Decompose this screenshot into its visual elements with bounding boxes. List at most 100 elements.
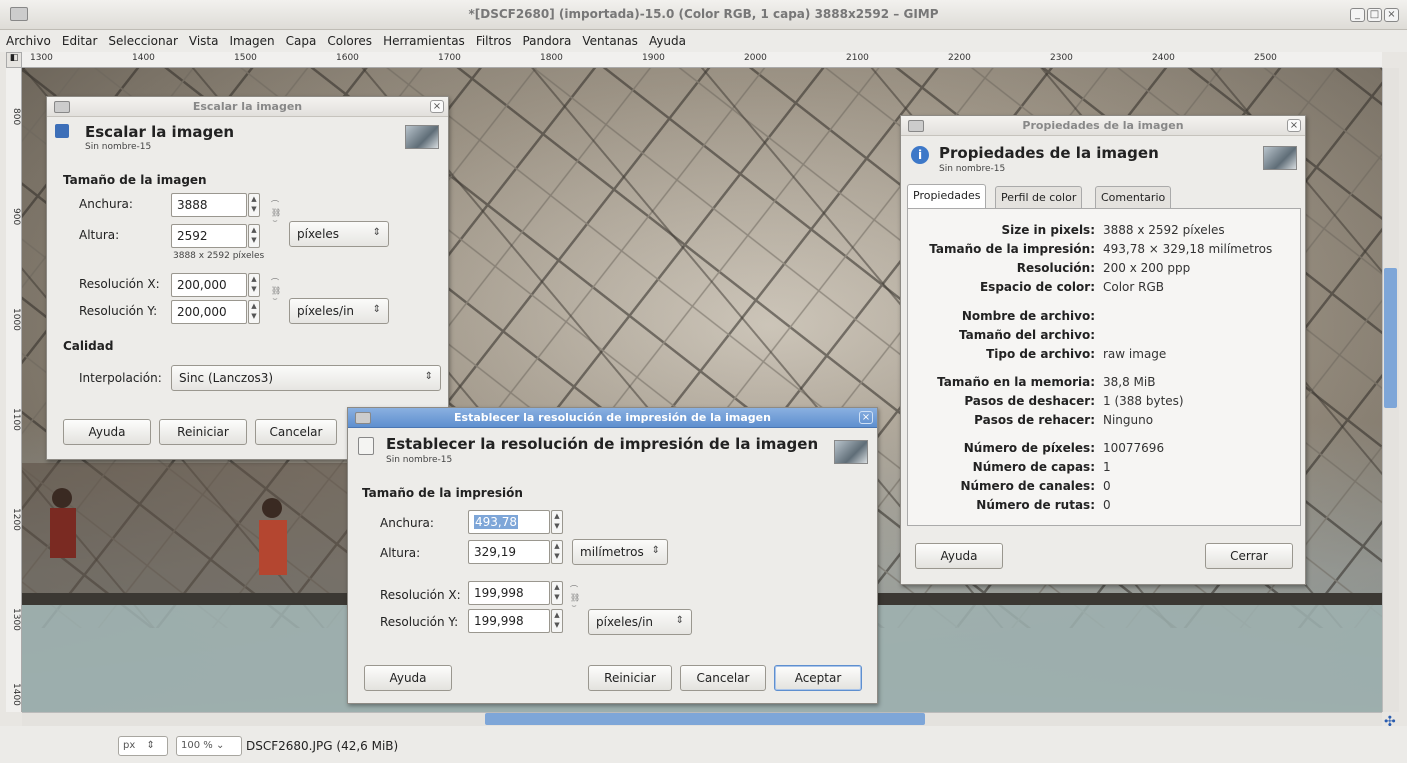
ruler-tick: 1400 — [132, 53, 155, 63]
print-dialog-header: Establecer la resolución de impresión de… — [386, 435, 819, 453]
res-y-spinner[interactable]: ▲ ▼ — [248, 300, 260, 324]
print-res-unit-value: píxeles/in — [596, 615, 654, 629]
res-x-label: Resolución X: — [79, 277, 160, 291]
status-file-info: DSCF2680.JPG (42,6 MiB) — [246, 739, 399, 753]
ruler-tick: 900 — [11, 208, 21, 226]
cancel-button[interactable]: Cancelar — [255, 419, 337, 445]
window-titlebar[interactable]: *[DSCF2680] (importada)-15.0 (Color RGB,… — [0, 0, 1407, 30]
help-button[interactable]: Ayuda — [364, 665, 452, 691]
print-res-y-input[interactable]: 199,998 — [468, 609, 550, 633]
size-note: 3888 x 2592 píxeles — [173, 251, 265, 261]
vertical-scroll-thumb[interactable] — [1384, 268, 1397, 408]
menu-ayuda[interactable]: Ayuda — [643, 30, 691, 48]
print-size-unit-select[interactable]: milímetros ⇕ — [572, 539, 668, 565]
res-x-spinner[interactable]: ▲ ▼ — [248, 273, 260, 297]
menu-vista[interactable]: Vista — [183, 30, 224, 48]
print-height-input[interactable]: 329,19 — [468, 540, 550, 564]
menu-editar[interactable]: Editar — [56, 30, 103, 48]
res-x-label: Resolución X: — [380, 588, 461, 602]
chevron-updown-icon: ⇕ — [372, 227, 381, 238]
chain-link-icon[interactable]: ⌒ ⛓ ⌣ — [271, 201, 281, 225]
unit-select[interactable]: px ⇕ — [118, 736, 168, 756]
close-icon[interactable]: × — [859, 411, 873, 424]
prop-row: Pasos de deshacer: 1 (388 bytes) — [964, 394, 1184, 408]
menu-pandora[interactable]: Pandora — [516, 30, 576, 48]
interpolation-select[interactable]: Sinc (Lanczos3) ⇕ — [171, 365, 441, 391]
close-icon[interactable]: × — [1287, 119, 1301, 132]
menu-ventanas[interactable]: Ventanas — [576, 30, 643, 48]
print-size-unit-value: milímetros — [580, 545, 644, 559]
print-width-spinner[interactable]: ▲ ▼ — [551, 510, 563, 534]
close-icon[interactable]: × — [430, 100, 444, 113]
prop-row: Resolución: 200 x 200 ppp — [1016, 261, 1191, 275]
ruler-tick: 2400 — [1152, 53, 1175, 63]
accept-button[interactable]: Aceptar — [774, 665, 862, 691]
close-button[interactable]: Cerrar — [1205, 543, 1293, 569]
tab-properties[interactable]: Propiedades — [907, 184, 987, 208]
horizontal-ruler[interactable]: 1300 1400 1500 1600 1700 1800 1900 2000 … — [22, 52, 1382, 68]
width-spinner[interactable]: ▲ ▼ — [248, 193, 260, 217]
res-x-input[interactable]: 200,000 — [171, 273, 247, 297]
res-y-input[interactable]: 200,000 — [171, 300, 247, 324]
chevron-updown-icon: ⇕ — [675, 615, 684, 626]
menu-imagen[interactable]: Imagen — [223, 30, 279, 48]
help-button[interactable]: Ayuda — [915, 543, 1003, 569]
chain-link-icon[interactable]: ⌒ ⛓ ⌣ — [570, 586, 580, 610]
print-res-unit-select[interactable]: píxeles/in ⇕ — [588, 609, 692, 635]
width-input[interactable]: 3888 — [171, 193, 247, 217]
print-res-x-input[interactable]: 199,998 — [468, 581, 550, 605]
window-title: *[DSCF2680] (importada)-15.0 (Color RGB,… — [468, 7, 939, 21]
print-res-x-spinner[interactable]: ▲ ▼ — [551, 581, 563, 605]
ruler-tick: 1300 — [11, 608, 21, 631]
vertical-ruler[interactable]: 800 900 1000 1100 1200 1300 1400 — [6, 68, 22, 712]
tab-comment[interactable]: Comentario — [1095, 186, 1172, 208]
cancel-button[interactable]: Cancelar — [680, 665, 766, 691]
res-unit-select[interactable]: píxeles/in ⇕ — [289, 298, 389, 324]
minimize-icon[interactable]: _ — [1350, 8, 1365, 22]
menu-archivo[interactable]: Archivo — [0, 30, 56, 48]
scale-dialog-titlebar[interactable]: Escalar la imagen — [47, 97, 448, 117]
ruler-corner-toggle[interactable]: ◧ — [6, 52, 22, 68]
print-res-y-spinner[interactable]: ▲ ▼ — [551, 609, 563, 633]
menu-colores[interactable]: Colores — [321, 30, 377, 48]
size-unit-select[interactable]: píxeles ⇕ — [289, 221, 389, 247]
ruler-tick: 1700 — [438, 53, 461, 63]
height-input[interactable]: 2592 — [171, 224, 247, 248]
image-thumbnail — [834, 440, 868, 464]
menu-capa[interactable]: Capa — [280, 30, 322, 48]
reset-button[interactable]: Reiniciar — [588, 665, 672, 691]
scale-image-dialog: Escalar la imagen × Escalar la imagen Si… — [46, 96, 449, 460]
print-size-icon — [358, 437, 374, 455]
tab-color-profile[interactable]: Perfil de color — [995, 186, 1083, 208]
reset-button[interactable]: Reiniciar — [159, 419, 247, 445]
menu-filtros[interactable]: Filtros — [470, 30, 517, 48]
res-y-label: Resolución Y: — [380, 615, 459, 629]
maximize-icon[interactable]: □ — [1367, 8, 1382, 22]
interpolation-label: Interpolación: — [79, 371, 162, 385]
close-icon[interactable]: × — [1384, 8, 1399, 22]
ruler-tick: 1200 — [11, 508, 21, 531]
prop-row: Espacio de color: Color RGB — [979, 280, 1165, 294]
print-width-value: 493,78 — [474, 515, 518, 529]
chevron-updown-icon: ⇕ — [424, 371, 433, 382]
ruler-tick: 1600 — [336, 53, 359, 63]
res-y-label: Resolución Y: — [79, 304, 158, 318]
menu-seleccionar[interactable]: Seleccionar — [102, 30, 182, 48]
dialog-app-icon — [54, 101, 70, 113]
ruler-tick: 1500 — [234, 53, 257, 63]
help-button[interactable]: Ayuda — [63, 419, 151, 445]
interpolation-value: Sinc (Lanczos3) — [179, 371, 274, 385]
prop-row: Pasos de rehacer: Ninguno — [974, 413, 1154, 427]
height-spinner[interactable]: ▲ ▼ — [248, 224, 260, 248]
horizontal-scroll-thumb[interactable] — [485, 713, 925, 725]
chain-link-icon[interactable]: ⌒ ⛓ ⌣ — [271, 279, 281, 303]
props-dialog-titlebar[interactable]: Propiedades de la imagen — [901, 116, 1305, 136]
dialog-app-icon — [908, 120, 924, 132]
zoom-select[interactable]: 100 % ⌄ — [176, 736, 242, 756]
print-height-spinner[interactable]: ▲ ▼ — [551, 540, 563, 564]
prop-row: Tamaño del archivo: — [959, 328, 1095, 342]
print-dialog-titlebar[interactable]: Establecer la resolución de impresión de… — [348, 408, 877, 428]
ruler-tick: 2500 — [1254, 53, 1277, 63]
print-width-input[interactable]: 493,78 — [468, 510, 550, 534]
menu-herramientas[interactable]: Herramientas — [377, 30, 470, 48]
